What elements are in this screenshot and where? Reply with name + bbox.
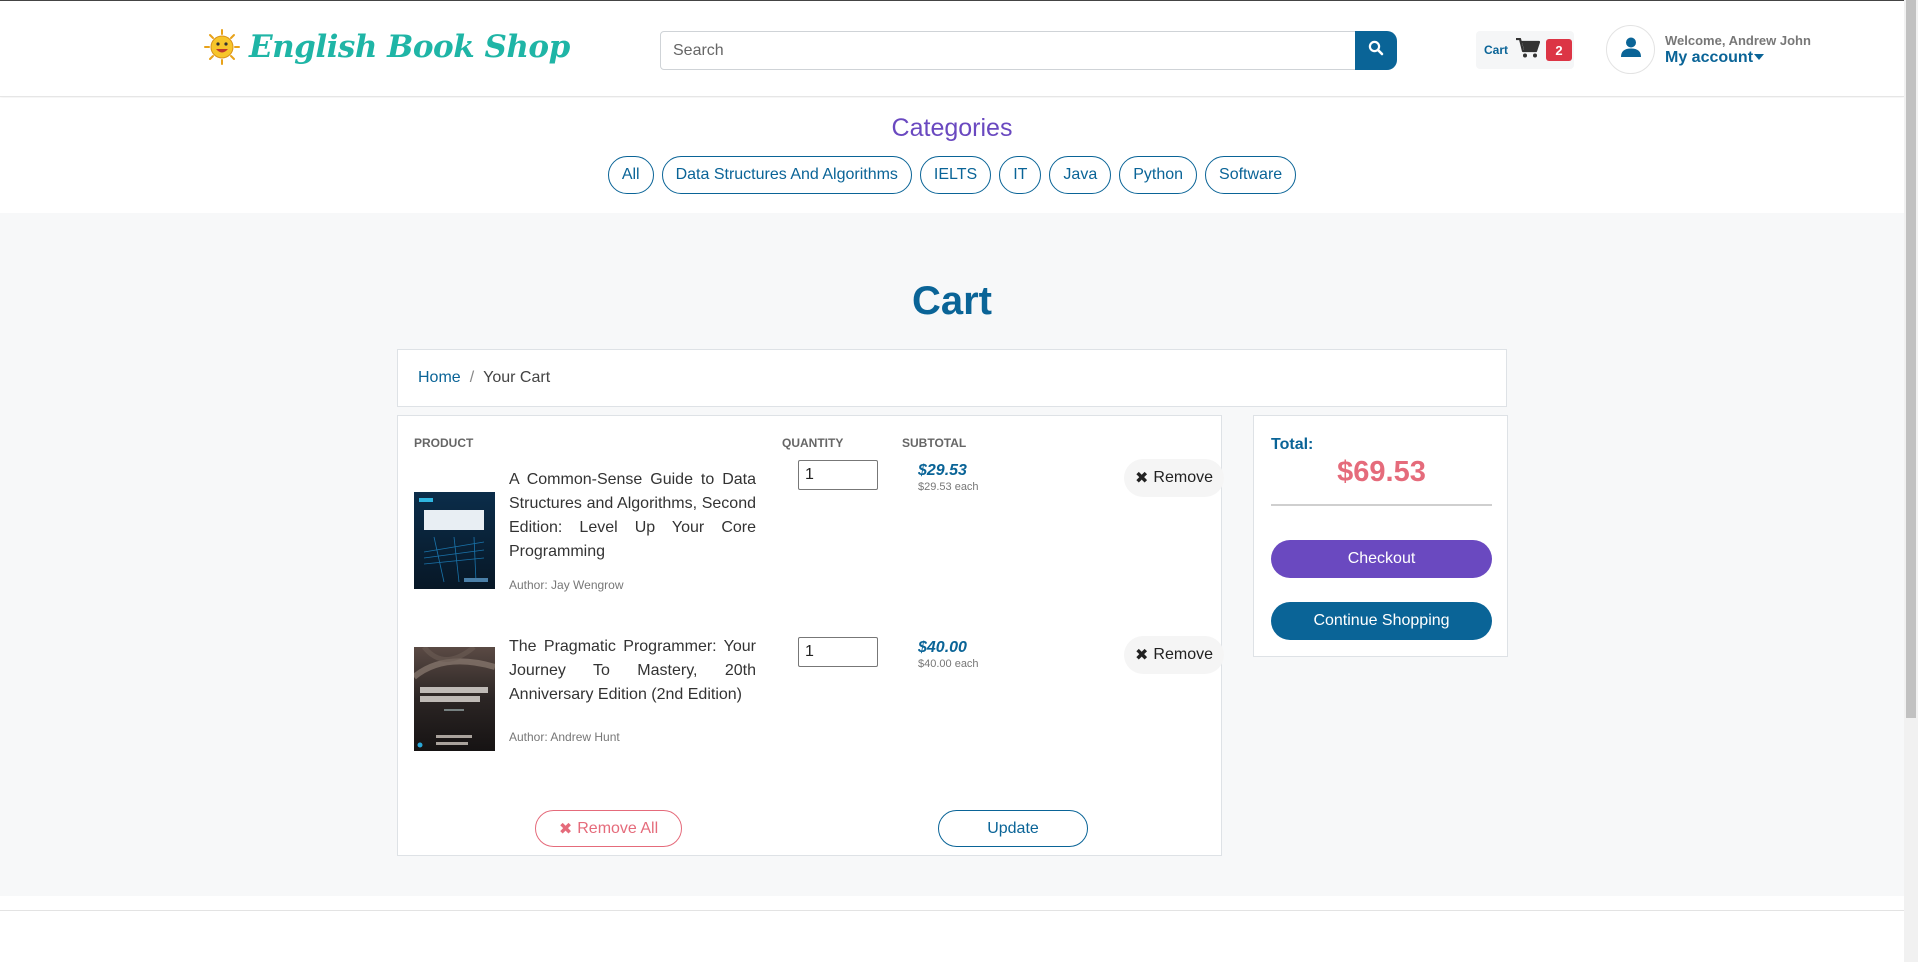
search-bar <box>660 31 1397 70</box>
item-unit-price: $29.53 each <box>918 481 979 493</box>
book-title[interactable]: The Pragmatic Programmer: Your Journey T… <box>509 635 756 707</box>
order-summary-panel: Total: $69.53 Checkout Continue Shopping <box>1253 415 1508 657</box>
my-account-dropdown[interactable]: My account <box>1665 49 1811 67</box>
cart-items-panel: PRODUCT QUANTITY SUBTOTAL A Common-Sense <box>397 415 1224 856</box>
item-subtotal: $29.53 <box>918 462 967 479</box>
account-menu: Welcome, Andrew John My account <box>1606 25 1811 74</box>
page-scrollbar[interactable] <box>1904 0 1918 962</box>
categories-section: Categories All Data Structures And Algor… <box>0 98 1904 213</box>
checkout-button[interactable]: Checkout <box>1271 540 1492 578</box>
shopping-cart-icon <box>1516 37 1541 63</box>
account-text: Welcome, Andrew John My account <box>1665 33 1811 67</box>
column-header-quantity: QUANTITY <box>782 436 844 450</box>
caret-down-icon <box>1754 54 1765 61</box>
sun-logo-icon <box>203 28 241 66</box>
page-title: Cart <box>911 279 993 323</box>
times-icon: ✖ <box>1135 647 1149 664</box>
breadcrumb: Home / Your Cart <box>397 349 1507 407</box>
header-cart-button[interactable]: Cart 2 <box>1476 31 1574 69</box>
remove-label: Remove <box>1153 469 1213 486</box>
category-pill-data-structures[interactable]: Data Structures And Algorithms <box>661 156 912 194</box>
column-header-product: PRODUCT <box>414 436 474 450</box>
category-pill-it[interactable]: IT <box>999 156 1042 194</box>
site-logo[interactable]: English Book Shop <box>203 28 570 66</box>
total-label: Total: <box>1271 436 1314 453</box>
remove-all-label: Remove All <box>577 819 659 837</box>
main-content: Cart Home / Your Cart PRODUCT QUANTITY S… <box>0 213 1904 896</box>
quantity-input[interactable] <box>798 637 878 667</box>
categories-title: Categories <box>891 114 1013 142</box>
category-pill-software[interactable]: Software <box>1205 156 1297 194</box>
breadcrumb-current: Your Cart <box>483 369 551 386</box>
quantity-input[interactable] <box>798 460 878 490</box>
cart-count-badge: 2 <box>1546 39 1573 61</box>
my-account-label: My account <box>1665 48 1754 66</box>
times-icon: ✖ <box>558 820 573 838</box>
book-cover-image[interactable] <box>412 645 496 751</box>
times-icon: ✖ <box>1135 470 1149 487</box>
remove-item-button[interactable]: ✖ Remove <box>1124 459 1224 497</box>
total-value: $69.53 <box>1337 456 1426 488</box>
search-input[interactable] <box>660 31 1356 70</box>
continue-shopping-button[interactable]: Continue Shopping <box>1271 602 1492 640</box>
breadcrumb-separator: / <box>469 369 475 386</box>
category-pill-java[interactable]: Java <box>1049 156 1112 194</box>
remove-item-button[interactable]: ✖ Remove <box>1124 636 1224 674</box>
category-pill-ielts[interactable]: IELTS <box>919 156 992 194</box>
breadcrumb-home-link[interactable]: Home <box>418 369 461 387</box>
category-pill-all[interactable]: All <box>607 156 654 194</box>
book-title[interactable]: A Common-Sense Guide to Data Structures … <box>509 468 756 564</box>
remove-label: Remove <box>1153 646 1213 663</box>
category-pill-python[interactable]: Python <box>1119 156 1198 194</box>
search-button[interactable] <box>1355 31 1397 70</box>
category-list: All Data Structures And Algorithms IELTS… <box>0 156 1904 194</box>
update-cart-button[interactable]: Update <box>938 810 1088 847</box>
remove-all-button[interactable]: ✖ Remove All <box>535 810 682 847</box>
divider <box>1271 504 1492 506</box>
welcome-text: Welcome, Andrew John <box>1665 32 1811 48</box>
user-icon <box>1620 36 1642 63</box>
footer-divider <box>0 910 1904 911</box>
item-unit-price: $40.00 each <box>918 658 979 670</box>
avatar[interactable] <box>1606 25 1655 74</box>
book-author: Author: Jay Wengrow <box>509 578 624 592</box>
book-author: Author: Andrew Hunt <box>509 730 620 744</box>
book-cover-image[interactable] <box>414 492 495 589</box>
column-header-subtotal: SUBTOTAL <box>902 436 967 450</box>
site-header: English Book Shop Cart 2 Welcome, Andrew… <box>0 0 1904 97</box>
logo-text: English Book Shop <box>249 29 570 65</box>
item-subtotal: $40.00 <box>918 639 967 656</box>
search-icon <box>1368 40 1384 61</box>
scrollbar-thumb[interactable] <box>1906 0 1916 718</box>
cart-label: Cart <box>1484 43 1509 57</box>
